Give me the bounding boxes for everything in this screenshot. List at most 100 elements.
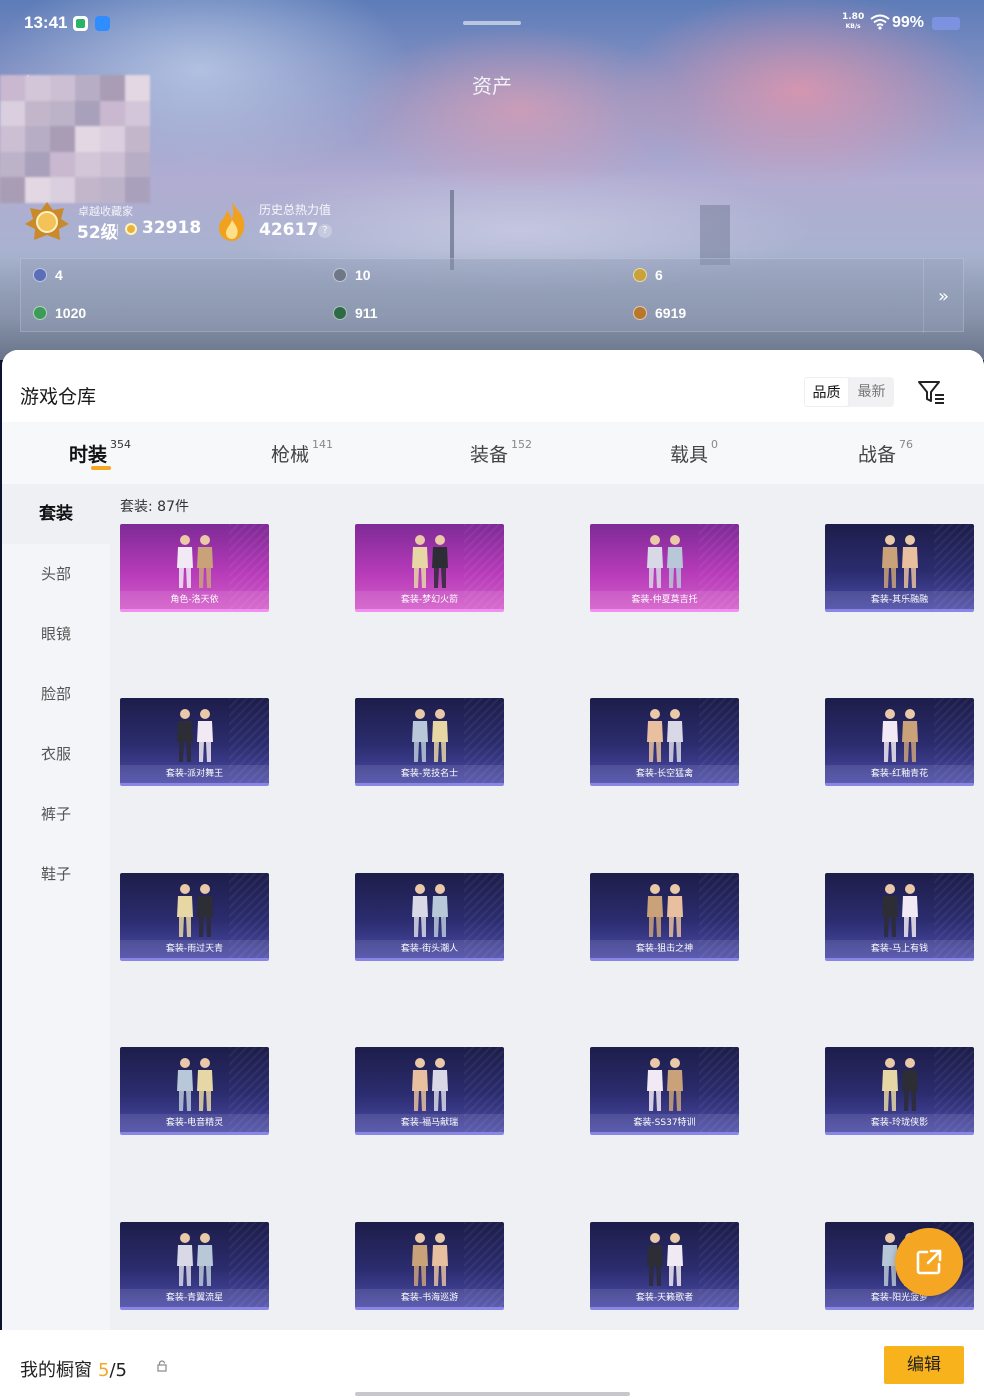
- currency-item[interactable]: 10: [333, 267, 371, 283]
- avatar-pixel: [25, 75, 50, 101]
- outfit-card[interactable]: 套装-雨过天青: [120, 873, 269, 961]
- warehouse-title: 游戏仓库: [20, 386, 97, 408]
- outfit-name: 套装-SS37特训: [590, 1114, 739, 1132]
- outfit-figure-icon: [646, 535, 683, 588]
- currency-value: 6919: [655, 305, 687, 321]
- tab-count: 141: [312, 438, 334, 451]
- outfit-figure-icon: [881, 709, 918, 762]
- sidebar-item-glasses[interactable]: 眼镜: [2, 604, 110, 664]
- outfit-figure-icon: [411, 1233, 448, 1286]
- network-speed-value: 1.80: [842, 12, 865, 22]
- outfit-card[interactable]: 套装-青翼流星: [120, 1222, 269, 1310]
- outfit-card[interactable]: 套装-长空猛禽: [590, 698, 739, 786]
- sidebar-item-clothes[interactable]: 衣服: [2, 724, 110, 784]
- heat-label: 历史总热力值: [259, 203, 332, 217]
- edit-button[interactable]: 编辑: [884, 1346, 964, 1384]
- outfit-figure-icon: [411, 535, 448, 588]
- drag-handle[interactable]: [463, 21, 521, 25]
- tab-equipment[interactable]: 装备 152: [470, 438, 532, 467]
- outfit-card[interactable]: 套装-电音精灵: [120, 1047, 269, 1135]
- sort-newest-button[interactable]: 最新: [849, 377, 894, 407]
- outfit-card[interactable]: 套装-梦幻火箭: [355, 524, 504, 612]
- outfit-card[interactable]: 套装-书海巡游: [355, 1222, 504, 1310]
- outfit-figure-icon: [881, 1058, 918, 1111]
- avatar-pixel: [0, 126, 25, 152]
- sidebar-item-outfits[interactable]: 套装: [2, 484, 110, 544]
- battery-percent: 99%: [892, 14, 925, 31]
- outfit-name: 套装-仲夏莫吉托: [590, 591, 739, 609]
- tab-supplies[interactable]: 战备 76: [858, 438, 914, 467]
- currency-item[interactable]: 4: [33, 267, 63, 283]
- outfit-card[interactable]: 角色-洛天依: [120, 524, 269, 612]
- divider: [117, 224, 118, 236]
- currency-item[interactable]: 1020: [33, 305, 86, 321]
- outfit-name: 套装-电音精灵: [120, 1114, 269, 1132]
- category-tabs: 时装 354 枪械 141 装备 152 载具 0 战备 76: [2, 422, 984, 484]
- sidebar-item-shoes[interactable]: 鞋子: [2, 844, 110, 904]
- showcase-total: /5: [109, 1360, 127, 1381]
- outfit-card[interactable]: 套装-SS37特训: [590, 1047, 739, 1135]
- outfit-figure-icon: [176, 709, 213, 762]
- outfit-card[interactable]: 套装-竞技名士: [355, 698, 504, 786]
- outfit-card[interactable]: 套装-天籁歌者: [590, 1222, 739, 1310]
- sidebar-item-head[interactable]: 头部: [2, 544, 110, 604]
- green-gem-icon: [33, 306, 47, 320]
- outfit-name: 套装-其乐融融: [825, 591, 974, 609]
- outfit-card[interactable]: 套装-派对舞王: [120, 698, 269, 786]
- sidebar-item-pants[interactable]: 裤子: [2, 784, 110, 844]
- help-icon[interactable]: ?: [318, 224, 332, 238]
- outfit-figure-icon: [176, 1233, 213, 1286]
- avatar-pixel: [100, 75, 125, 101]
- outfit-card[interactable]: 套装-红釉青花: [825, 698, 974, 786]
- share-button[interactable]: [895, 1228, 963, 1296]
- currency-panel: » 4 10 6 1020 911 6919: [20, 258, 964, 333]
- avatar-pixel: [125, 100, 150, 127]
- item-count: 套装: 87件: [120, 499, 189, 515]
- sidebar-item-face[interactable]: 脸部: [2, 664, 110, 724]
- avatar-pixel: [100, 177, 125, 203]
- avatar[interactable]: [0, 75, 150, 203]
- outfit-card[interactable]: 套装-其乐融融: [825, 524, 974, 612]
- outfit-card[interactable]: 套装-玲珑侠影: [825, 1047, 974, 1135]
- outfit-figure-icon: [646, 1058, 683, 1111]
- tab-firearms[interactable]: 枪械 141: [271, 438, 334, 467]
- outfit-card[interactable]: 套装-马上有钱: [825, 873, 974, 961]
- tab-label: 载具: [670, 444, 709, 466]
- outfit-card[interactable]: 套装-福马献瑞: [355, 1047, 504, 1135]
- avatar-pixel: [25, 151, 50, 178]
- tab-count: 354: [110, 438, 132, 451]
- outfit-card[interactable]: 套装-仲夏莫吉托: [590, 524, 739, 612]
- outfit-card[interactable]: 套装-街头潮人: [355, 873, 504, 961]
- outfit-figure-icon: [411, 884, 448, 937]
- filter-icon[interactable]: [916, 378, 946, 406]
- avatar-pixel: [50, 75, 75, 101]
- outfit-name: 套装-红釉青花: [825, 765, 974, 783]
- outfit-figure-icon: [176, 1058, 213, 1111]
- currency-value: 10: [355, 267, 371, 283]
- chevron-double-right-icon[interactable]: »: [923, 259, 963, 333]
- tab-label: 枪械: [271, 444, 310, 466]
- tab-vehicles[interactable]: 载具 0: [670, 438, 718, 467]
- showcase-current: 5: [98, 1360, 110, 1381]
- currency-item[interactable]: 911: [333, 305, 378, 321]
- outfit-name: 套装-街头潮人: [355, 940, 504, 958]
- avatar-pixel: [0, 75, 25, 101]
- avatar-pixel: [100, 100, 125, 127]
- avatar-pixel: [25, 100, 50, 127]
- tab-fashion[interactable]: 时装 354: [69, 438, 132, 467]
- avatar-pixel: [100, 151, 125, 178]
- status-bar: 13:41 1.80 KB/s 99%: [0, 0, 984, 46]
- outfit-name: 套装-青翼流星: [120, 1289, 269, 1307]
- avatar-pixel: [75, 100, 100, 127]
- tab-count: 76: [899, 438, 914, 451]
- currency-item[interactable]: 6919: [633, 305, 686, 321]
- avatar-pixel: [75, 177, 100, 203]
- currency-item[interactable]: 6: [633, 267, 663, 283]
- outfit-card[interactable]: 套装-狙击之神: [590, 873, 739, 961]
- rank-title: 卓越收藏家: [78, 205, 133, 218]
- avatar-pixel: [0, 177, 25, 203]
- sort-quality-button[interactable]: 品质: [804, 377, 849, 407]
- outfit-name: 套装-竞技名士: [355, 765, 504, 783]
- outfit-figure-icon: [176, 535, 213, 588]
- gear-coin-icon: [333, 268, 347, 282]
